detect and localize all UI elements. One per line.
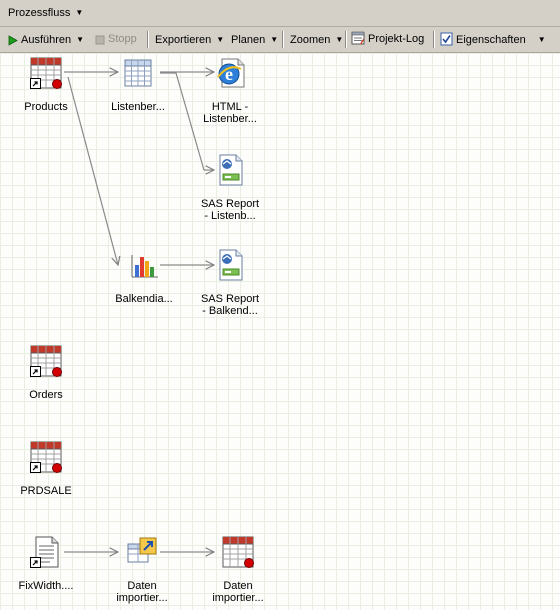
sas-report-icon — [214, 249, 246, 281]
node-label: FixWidth.... — [18, 580, 74, 592]
project-log-label: Projekt-Log — [368, 33, 425, 45]
red-status-dot-icon — [244, 558, 254, 568]
node-html-output[interactable]: e HTML - Listenber... — [190, 57, 270, 125]
node-fixwidth[interactable]: FixWidth.... — [6, 536, 86, 592]
properties-label: Eigenschaften — [456, 34, 526, 46]
run-button[interactable]: Ausführen ▼ — [8, 30, 84, 49]
red-status-dot-icon — [52, 367, 62, 377]
process-flow-titlebar: Prozessfluss ▼ — [0, 0, 560, 27]
node-import-data-task[interactable]: Daten importier... — [102, 536, 182, 604]
toolbar: Ausführen ▼ Stopp Exportieren ▼ Planen ▼ Zo… — [0, 27, 560, 53]
zoom-label: Zoomen — [290, 34, 331, 46]
node-products[interactable]: Products — [6, 57, 86, 113]
sas-table-icon — [30, 441, 62, 473]
chevron-down-icon: ▼ — [335, 35, 344, 44]
node-label: importier... — [212, 592, 264, 604]
chevron-down-icon: ▼ — [270, 35, 279, 44]
node-listenbericht[interactable]: Listenber... — [98, 57, 178, 113]
shortcut-arrow-icon — [30, 78, 41, 89]
process-flow-title: Prozessfluss — [8, 7, 71, 19]
red-status-dot-icon — [52, 463, 62, 473]
node-label: Products — [24, 101, 68, 113]
process-flow-canvas[interactable]: Products Listenber... e HTML - Listenber — [0, 53, 560, 610]
process-flow-menu-button[interactable]: Prozessfluss ▼ — [4, 4, 87, 22]
node-label: Listenber... — [203, 113, 257, 125]
stop-label: Stopp — [108, 33, 137, 45]
properties-check-icon — [440, 32, 453, 46]
zoom-menu-button[interactable]: Zoomen ▼ — [290, 30, 343, 49]
play-icon — [8, 35, 18, 46]
node-balkendiagramm[interactable]: Balkendia... — [104, 249, 184, 305]
sas-report-icon — [214, 154, 246, 186]
node-label: Balkendia... — [115, 293, 173, 305]
red-status-dot-icon — [52, 79, 62, 89]
node-sas-report-bar[interactable]: SAS Report - Balkend... — [190, 249, 270, 317]
node-label: Orders — [29, 389, 63, 401]
chevron-down-icon[interactable]: ▼ — [76, 35, 84, 44]
node-label: SAS Report — [200, 293, 260, 305]
export-label: Exportieren — [155, 34, 212, 46]
chevron-down-icon: ▼ — [75, 8, 84, 17]
list-report-grid-icon — [122, 57, 154, 89]
node-label: - Listenb... — [204, 210, 256, 222]
node-label: HTML - — [211, 101, 249, 113]
project-log-button[interactable]: Projekt-Log — [351, 30, 424, 49]
sas-table-icon — [222, 536, 254, 568]
toolbar-divider — [147, 31, 149, 48]
toolbar-divider — [345, 31, 347, 48]
run-label: Ausführen — [21, 34, 72, 46]
node-label: Daten — [223, 580, 253, 592]
node-sas-report-list[interactable]: SAS Report - Listenb... — [190, 154, 270, 222]
log-notepad-icon — [351, 31, 365, 45]
node-prdsale[interactable]: PRDSALE — [6, 441, 86, 497]
chevron-down-icon[interactable]: ▼ — [538, 35, 546, 44]
toolbar-divider — [433, 31, 435, 48]
node-label: Daten — [127, 580, 157, 592]
schedule-label: Planen — [231, 34, 266, 46]
import-data-icon — [126, 536, 158, 568]
node-label: importier... — [116, 592, 168, 604]
sas-table-icon — [30, 57, 62, 89]
node-label: SAS Report — [200, 198, 260, 210]
node-orders[interactable]: Orders — [6, 345, 86, 401]
sas-table-icon — [30, 345, 62, 377]
text-file-icon — [30, 536, 62, 568]
shortcut-arrow-icon — [30, 557, 41, 568]
node-label: - Balkend... — [202, 305, 258, 317]
node-label: PRDSALE — [20, 485, 72, 497]
toolbar-divider — [282, 31, 284, 48]
node-imported-dataset[interactable]: Daten importier... — [198, 536, 278, 604]
export-menu-button[interactable]: Exportieren ▼ — [155, 30, 224, 49]
flow-connectors — [64, 53, 560, 610]
stop-icon — [95, 35, 105, 45]
properties-button[interactable]: Eigenschaften ▼ — [440, 30, 546, 49]
bar-chart-icon — [128, 249, 160, 281]
schedule-menu-button[interactable]: Planen ▼ — [231, 30, 278, 49]
shortcut-arrow-icon — [30, 366, 41, 377]
node-label: Listenber... — [111, 101, 165, 113]
shortcut-arrow-icon — [30, 462, 41, 473]
stop-button[interactable]: Stopp — [95, 30, 137, 49]
chevron-down-icon: ▼ — [216, 35, 225, 44]
internet-explorer-icon: e — [214, 57, 246, 89]
